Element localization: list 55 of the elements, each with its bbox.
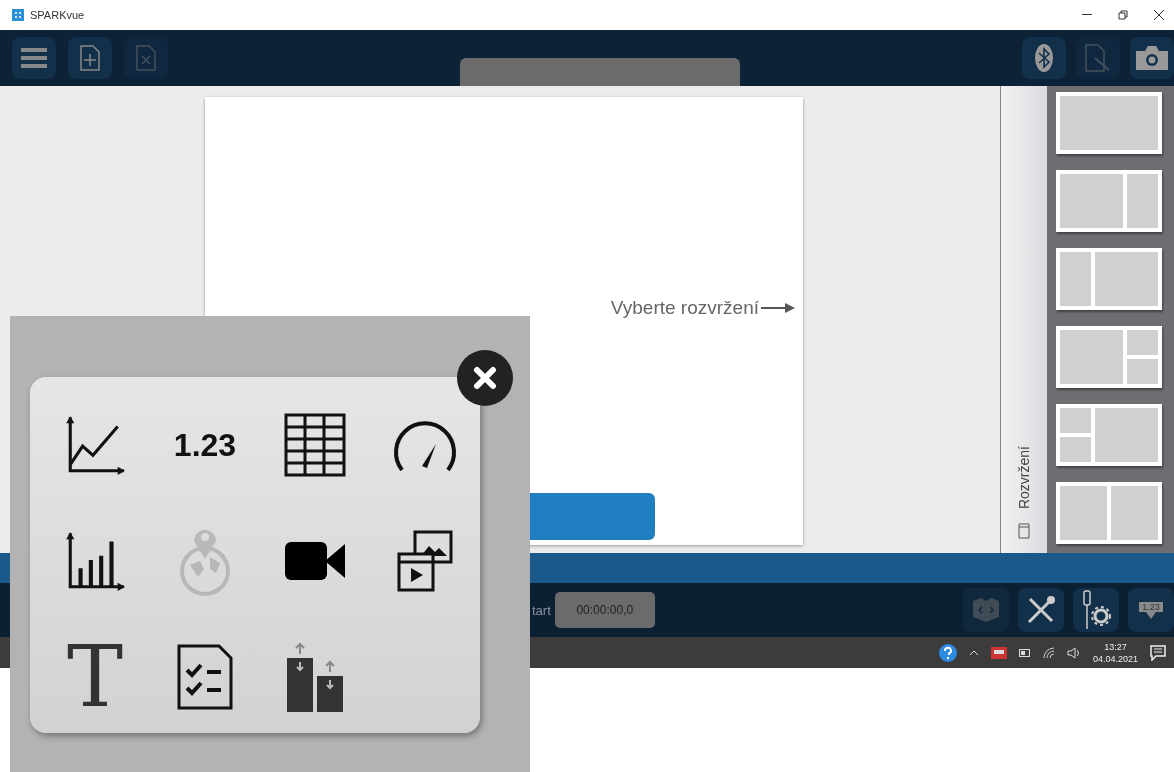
layout-icon [1018,523,1030,539]
timer-field: 00:00:00,0 [554,592,655,628]
clock-time: 13:27 [1104,640,1127,653]
digits-label: 1.23 [173,426,237,464]
notification-icon[interactable] [1150,644,1166,661]
layout-thumbnail[interactable] [1056,92,1162,154]
file-plus-icon [80,45,100,71]
compare-bars-icon [285,642,345,712]
layout-tab-label: Rozvržení [1016,445,1032,509]
file-pen-icon [1085,44,1111,72]
menu-button[interactable] [12,37,56,79]
tool-button[interactable]: T [50,632,140,722]
window-title: SPARKvue [30,9,85,21]
code-icon [971,597,1001,623]
layout-thumbnail[interactable] [1056,404,1162,466]
sensor-gear-icon [1081,590,1111,630]
tools-button[interactable] [1018,588,1064,632]
close-button[interactable] [457,350,513,406]
text-tool-label: T [67,635,123,719]
layout-hint: Vyberte rozvržení [610,297,759,319]
start-label: tart [532,602,551,618]
minimize-icon[interactable] [1082,14,1092,16]
new-page-button[interactable] [68,37,112,79]
clock-date: 04.04.2021 [1092,652,1138,665]
tools-icon [1026,595,1056,625]
chevron-up-icon[interactable] [968,649,979,656]
file-x-icon [136,45,156,71]
restore-icon[interactable] [1118,10,1128,20]
arrow-right-icon [761,303,795,313]
camera-button[interactable] [1130,37,1174,79]
bluetooth-icon [1035,44,1053,72]
wifi-icon[interactable] [1042,646,1055,659]
video-camera-icon [285,542,345,580]
layout-thumbnail[interactable] [1056,326,1162,388]
media-icon [397,530,453,592]
table-icon [284,413,346,477]
menu-icon [21,47,47,69]
layout-thumbnail[interactable] [1056,248,1162,310]
speaker-icon[interactable] [1066,646,1081,659]
layout-thumbnail[interactable] [1056,482,1162,544]
camera-icon [1136,46,1168,70]
bluetooth-button[interactable] [1022,37,1066,79]
layout-tab[interactable]: Rozvržení [1000,86,1047,553]
app-logo-icon [12,9,24,21]
tool-button[interactable]: 1.23 [160,400,250,490]
meter-label: 1.23 [1139,601,1163,612]
battery-icon[interactable] [1018,648,1031,657]
close-icon[interactable] [1154,10,1164,20]
checklist-icon [177,644,233,710]
close-icon [473,366,497,390]
help-icon[interactable] [938,643,957,662]
display-button[interactable]: 1.23 [1128,588,1174,632]
layout-thumbnail[interactable] [1056,170,1162,232]
sensor-settings-button[interactable] [1073,588,1119,632]
tray-app-icon[interactable] [990,646,1007,659]
